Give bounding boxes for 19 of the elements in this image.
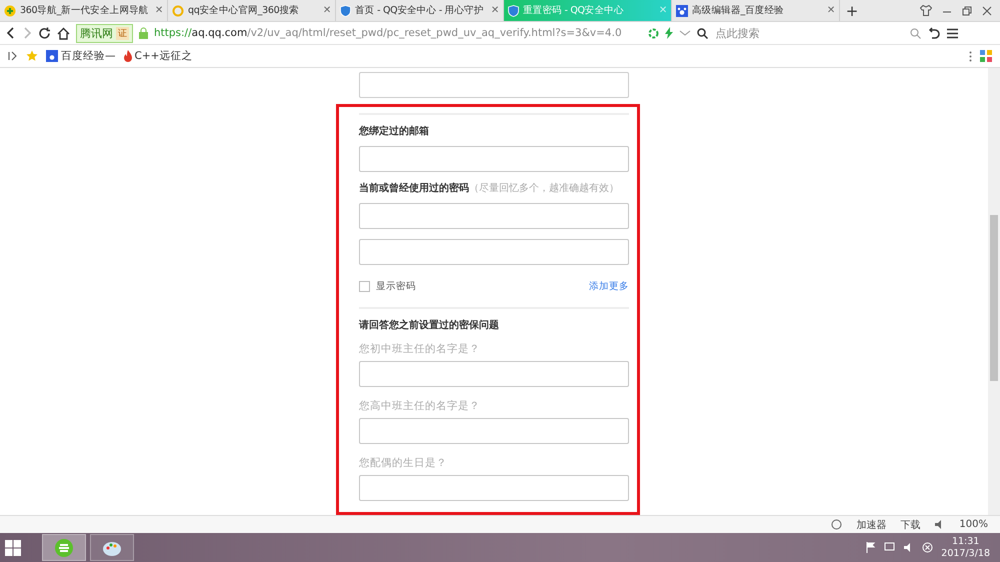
bookmark-link[interactable]: C++远征之 bbox=[124, 49, 192, 63]
question-label: 您初中班主任的名字是？ bbox=[359, 342, 481, 356]
bookmark-link[interactable]: 百度经验— bbox=[46, 49, 116, 63]
accelerator-button[interactable]: 加速器 bbox=[856, 518, 886, 532]
zoom-level[interactable]: 100% bbox=[959, 519, 988, 530]
field-label: 当前或曾经使用过的密码（尽量回忆多个，越准确越有效） bbox=[359, 182, 619, 196]
add-more-link[interactable]: 添加更多 bbox=[589, 280, 629, 293]
taskbar-clock[interactable]: 11:31 2017/3/18 bbox=[941, 536, 990, 560]
question-label: 您高中班主任的名字是？ bbox=[359, 398, 481, 413]
search-field[interactable]: 点此搜索 bbox=[714, 26, 904, 40]
checkbox-label: 显示密码 bbox=[376, 280, 416, 293]
question-label: 您配偶的生日是？ bbox=[359, 456, 448, 470]
site-badge[interactable]: 腾讯网 证 bbox=[76, 24, 133, 42]
cert-badge: 证 bbox=[116, 26, 129, 40]
new-tab-button[interactable]: + bbox=[840, 0, 864, 21]
field-label: 请回答您之前设置过的密保问题 bbox=[359, 318, 499, 333]
address-field[interactable]: https://aq.qq.com/v2/uv_aq/html/reset_pwd/pc_reset_pwd_uv_aq_verify.html?s=3&v=4.0 bbox=[154, 26, 622, 40]
download-button[interactable]: 下载 bbox=[900, 518, 920, 532]
field-label: 您绑定过的邮箱 bbox=[359, 124, 429, 139]
